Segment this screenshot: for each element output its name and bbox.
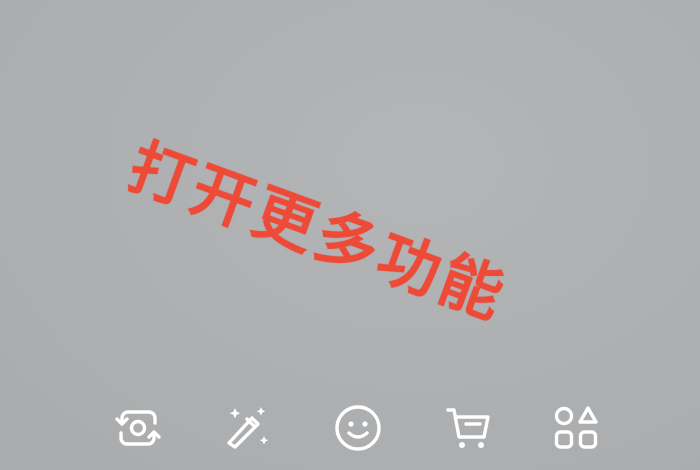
shop-button[interactable] (438, 398, 498, 458)
more-features-button[interactable] (546, 398, 606, 458)
flip-camera-button[interactable] (108, 398, 168, 458)
flip-camera-icon (115, 410, 161, 446)
beauty-filter-button[interactable] (216, 398, 276, 458)
camera-preview: 打开更多功能 (0, 0, 700, 470)
bottom-toolbar (0, 390, 700, 470)
magic-wand-icon (227, 407, 269, 449)
smiley-face-icon (335, 405, 381, 451)
sticker-button[interactable] (328, 398, 388, 458)
red-annotation-text: 打开更多功能 (119, 129, 517, 334)
shopping-cart-icon (446, 408, 490, 448)
more-apps-icon (554, 406, 598, 449)
